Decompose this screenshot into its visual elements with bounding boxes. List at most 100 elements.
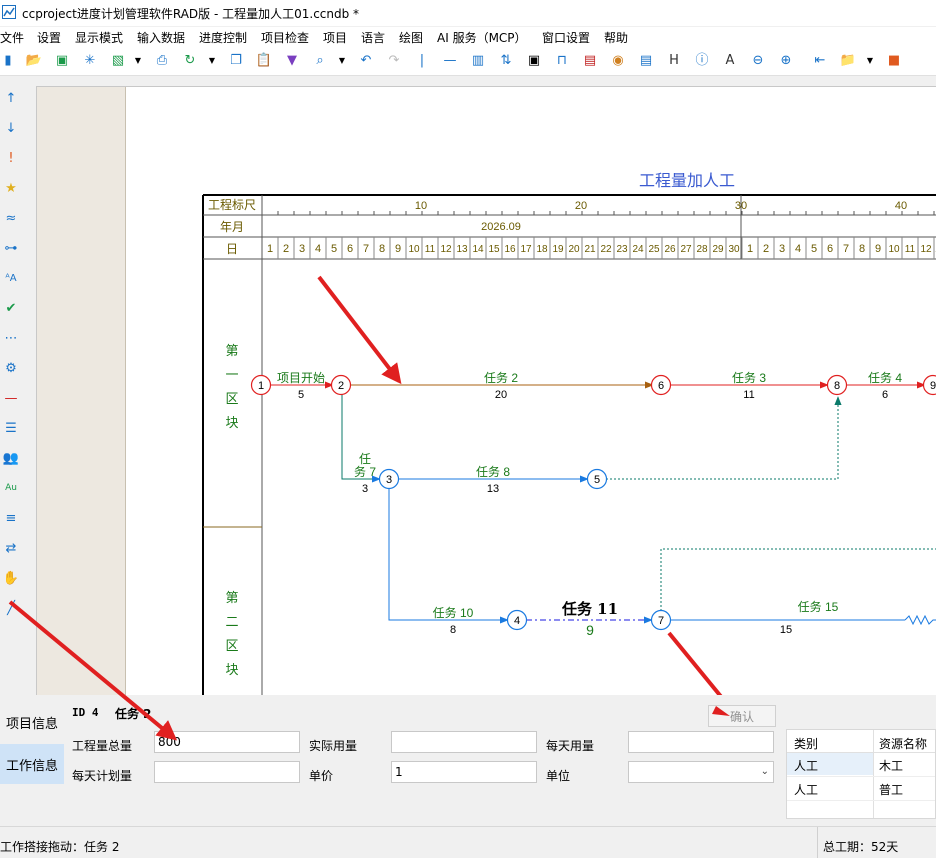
day-cell: 20 [568, 244, 580, 255]
title-bar: ccproject进度计划管理软件RAD版 - 工程量加人工01.ccndb * [0, 0, 936, 26]
menu-project-check[interactable]: 项目检查 [261, 29, 309, 46]
list-sort-icon[interactable]: ☰ [2, 419, 20, 437]
menu-display-mode[interactable]: 显示模式 [75, 29, 123, 46]
menu-settings[interactable]: 设置 [37, 29, 61, 46]
redo-icon[interactable]: ↷ [386, 53, 402, 69]
heading-icon[interactable]: H [666, 53, 682, 69]
check-icon[interactable]: ✔ [2, 299, 20, 317]
document-delete-icon[interactable]: ▤ [582, 53, 598, 69]
collapse-icon[interactable]: ⇤ [812, 53, 828, 69]
svg-text:1: 1 [258, 380, 264, 392]
filter-icon[interactable]: ≡ [2, 509, 20, 527]
briefcase-icon[interactable]: ■ [886, 53, 902, 69]
paste-icon[interactable]: 📋 [256, 53, 272, 69]
node-1[interactable]: 1 [252, 376, 271, 395]
columns-icon[interactable]: ▥ [470, 53, 486, 69]
red-line-icon[interactable]: — [2, 389, 20, 407]
paint-roller-icon[interactable]: ⊓ [554, 53, 570, 69]
daily-plan-field[interactable] [154, 761, 300, 783]
day-cell: 1 [747, 243, 753, 255]
node-3[interactable]: 3 [380, 470, 399, 489]
node-7[interactable]: 7 [652, 611, 671, 630]
node-9[interactable]: 9 [924, 376, 936, 395]
resource-row-category[interactable]: 人工 [794, 781, 818, 798]
format-brush-icon[interactable]: ▼ [284, 53, 300, 69]
image-icon[interactable]: ▧ [110, 53, 126, 69]
arrow-task-10[interactable] [389, 488, 508, 620]
star-icon[interactable]: ★ [2, 179, 20, 197]
menu-project[interactable]: 项目 [323, 29, 347, 46]
node-8[interactable]: 8 [828, 376, 847, 395]
font-size-icon[interactable]: ᴬA [2, 269, 20, 287]
zone-label-char: 第 [225, 590, 238, 605]
node-2[interactable]: 2 [332, 376, 351, 395]
node-6[interactable]: 6 [652, 376, 671, 395]
unit-select[interactable]: ⌄ [628, 761, 774, 783]
sort-icon[interactable]: ⇅ [498, 53, 514, 69]
edit-document-icon[interactable]: ▤ [638, 53, 654, 69]
palette-icon[interactable]: ◉ [610, 53, 626, 69]
tab-work-info[interactable]: 工作信息 [0, 744, 64, 784]
menu-drawing[interactable]: 绘图 [399, 29, 423, 46]
tab-project-info[interactable]: 项目信息 [0, 702, 64, 742]
link-icon[interactable]: ⊶ [2, 239, 20, 257]
menu-help[interactable]: 帮助 [604, 29, 628, 46]
open-folder-icon[interactable]: 📂 [26, 53, 42, 69]
gear-icon[interactable]: ⚙ [2, 359, 20, 377]
node-4[interactable]: 4 [508, 611, 527, 630]
menu-file[interactable]: 文件 [0, 29, 24, 46]
undo-icon[interactable]: ↶ [358, 53, 374, 69]
header-scale-label: 工程标尺 [208, 197, 256, 212]
info-icon[interactable]: ⓘ [694, 53, 710, 69]
menu-window-settings[interactable]: 窗口设置 [542, 29, 590, 46]
menu-language[interactable]: 语言 [361, 29, 385, 46]
pen-icon[interactable]: ╱ [2, 599, 20, 617]
text-style-icon[interactable]: A [722, 53, 738, 69]
new-icon[interactable]: ▮ [0, 53, 16, 69]
day-cell: 1 [267, 243, 273, 255]
vertical-line-icon[interactable]: | [414, 53, 430, 69]
refresh-icon[interactable]: ↻ [182, 53, 198, 69]
exclamation-icon[interactable]: ! [2, 149, 20, 167]
menu-input-data[interactable]: 输入数据 [137, 29, 185, 46]
users-icon[interactable]: 👥 [2, 449, 20, 467]
chevron-down-icon[interactable]: ▼ [130, 53, 146, 69]
day-cell: 2 [763, 243, 769, 255]
dots-icon[interactable]: ⋯ [2, 329, 20, 347]
total-qty-field[interactable]: 800 [154, 731, 300, 753]
resource-row-category[interactable]: 人工 [794, 757, 818, 774]
task-id-label: ID 4 [72, 706, 99, 719]
asterisk-icon[interactable]: ✳ [82, 53, 98, 69]
arrow-up-icon[interactable]: ↑ [2, 89, 20, 107]
chevron-down-icon[interactable]: ▼ [862, 53, 878, 69]
unit-price-field[interactable]: 1 [391, 761, 537, 783]
zoom-out-icon[interactable]: ⊖ [750, 53, 766, 69]
chevron-down-icon[interactable]: ▼ [204, 53, 220, 69]
horizontal-line-icon[interactable]: — [442, 53, 458, 69]
daily-use-field[interactable] [628, 731, 774, 753]
diagram-canvas[interactable]: 工程量加人工 工程标尺 年月 日 10 20 30 40 2026.09 123… [36, 86, 936, 695]
wave-icon[interactable]: ≈ [2, 209, 20, 227]
dummy-link-5-8[interactable] [606, 397, 838, 479]
text-au-icon[interactable]: Au [2, 479, 20, 497]
menu-ai-service[interactable]: AI 服务（MCP） [437, 29, 527, 46]
chevron-down-icon[interactable]: ▼ [334, 53, 350, 69]
resource-row-name[interactable]: 木工 [879, 757, 903, 774]
resource-row-name[interactable]: 普工 [879, 781, 903, 798]
actual-qty-field[interactable] [391, 731, 537, 753]
zoom-in-icon[interactable]: ⊕ [778, 53, 794, 69]
actual-qty-label: 实际用量 [309, 737, 357, 754]
menu-progress-control[interactable]: 进度控制 [199, 29, 247, 46]
arrow-down-icon[interactable]: ↓ [2, 119, 20, 137]
swap-icon[interactable]: ⇄ [2, 539, 20, 557]
day-cell: 6 [827, 243, 833, 255]
search-icon[interactable]: ⌕ [312, 53, 328, 69]
node-5[interactable]: 5 [588, 470, 607, 489]
folder-icon[interactable]: 📁 [840, 53, 856, 69]
print-icon[interactable]: ⎙ [154, 53, 170, 69]
confirm-button[interactable]: 确认 [708, 705, 776, 727]
save-icon[interactable]: ▣ [54, 53, 70, 69]
copy-icon[interactable]: ❐ [228, 53, 244, 69]
hand-icon[interactable]: ✋ [2, 569, 20, 587]
grid-icon[interactable]: ▣ [526, 53, 542, 69]
